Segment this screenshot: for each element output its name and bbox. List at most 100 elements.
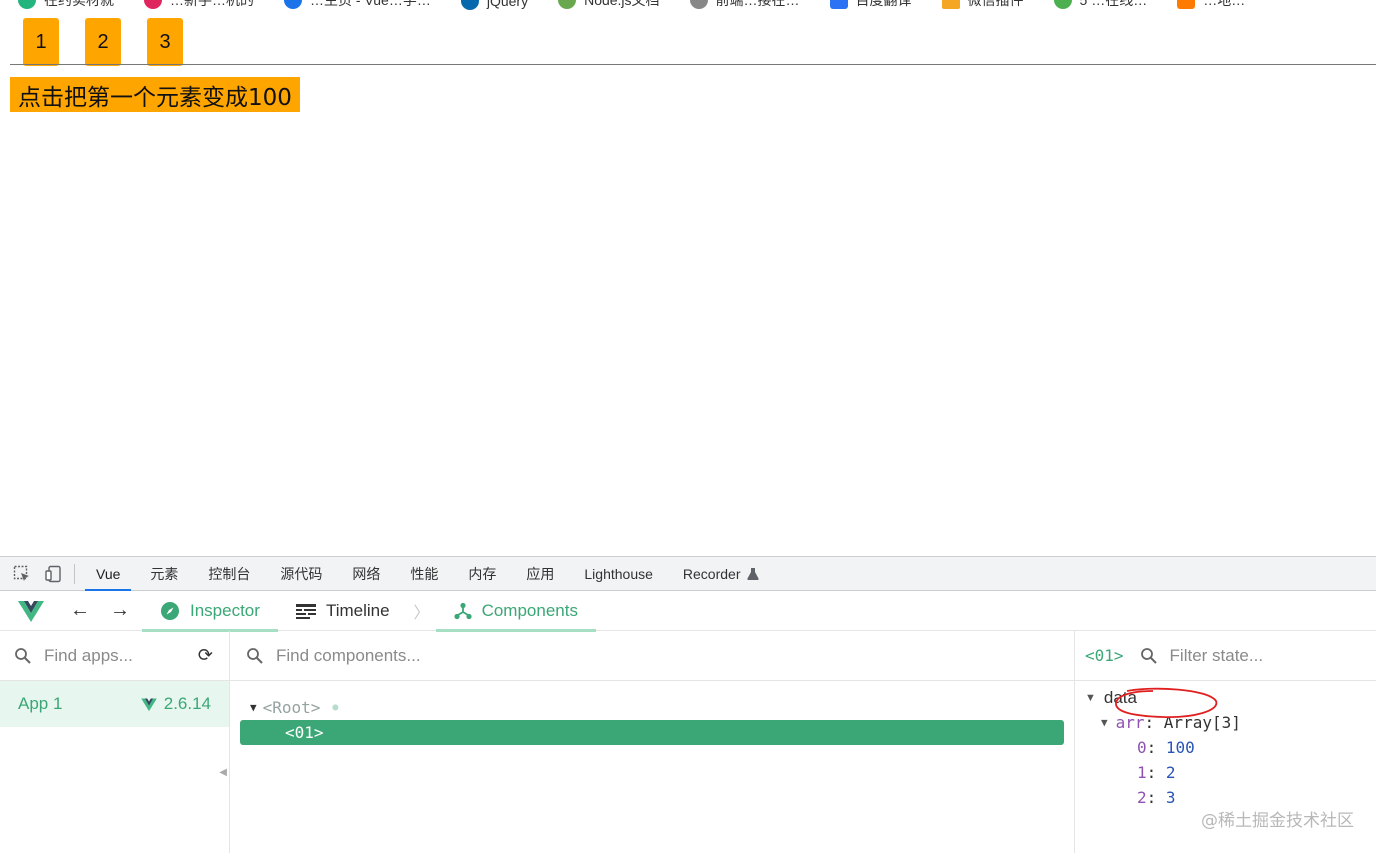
bookmark-label: 百度翻译 bbox=[855, 0, 912, 8]
search-icon bbox=[1140, 647, 1157, 664]
page-viewport: 1 2 3 点击把第一个元素变成100 bbox=[0, 18, 1376, 556]
apps-search-input[interactable] bbox=[44, 645, 184, 666]
component-tree: ▼ <Root> ● <01> bbox=[230, 681, 1074, 745]
bookmark-icon bbox=[558, 0, 577, 9]
bookmark-item[interactable]: …主页 - Vue…学… bbox=[284, 0, 431, 10]
tab-label: 内存 bbox=[468, 565, 497, 582]
state-header: <01> bbox=[1075, 631, 1376, 681]
number-box: 3 bbox=[147, 18, 183, 66]
tab-lighthouse[interactable]: Lighthouse bbox=[569, 557, 668, 591]
bookmark-icon bbox=[284, 0, 302, 9]
tab-components[interactable]: Components bbox=[435, 591, 597, 632]
tab-performance[interactable]: 性能 bbox=[395, 557, 453, 591]
bookmark-label: 微信插件 bbox=[967, 0, 1024, 8]
bookmark-icon bbox=[1053, 0, 1072, 9]
tree-node-root[interactable]: ▼ <Root> ● bbox=[230, 695, 1074, 720]
component-tree-pane: ▼ <Root> ● <01> bbox=[230, 631, 1075, 853]
red-annotation-circle bbox=[1115, 687, 1218, 718]
item-key: 2 bbox=[1137, 788, 1147, 807]
vue-logo-icon bbox=[140, 698, 157, 711]
bookmark-icon bbox=[829, 0, 848, 9]
item-key: 0 bbox=[1137, 738, 1147, 757]
expand-triangle-icon[interactable]: ▼ bbox=[1085, 692, 1096, 704]
state-item-row[interactable]: 1: 2 bbox=[1075, 760, 1376, 785]
tab-timeline[interactable]: Timeline bbox=[278, 591, 408, 631]
tab-network[interactable]: 网络 bbox=[337, 557, 395, 591]
components-tree-icon bbox=[453, 602, 472, 619]
tab-inspector[interactable]: Inspector bbox=[142, 591, 278, 632]
app-version-text: 2.6.14 bbox=[163, 694, 211, 713]
search-icon bbox=[247, 647, 263, 664]
bookmark-item[interactable]: …新手…机的 bbox=[144, 0, 254, 10]
bookmark-item[interactable]: Node.js文档 bbox=[558, 0, 660, 10]
refresh-icon[interactable]: ⟳ bbox=[198, 645, 213, 666]
vue-devtools-toolbar: ← → Inspector Timeline 〉 Components bbox=[0, 591, 1376, 632]
bookmark-item[interactable]: 在约实材就 bbox=[18, 0, 114, 10]
state-filter-input[interactable] bbox=[1169, 645, 1320, 666]
flask-icon bbox=[746, 568, 759, 580]
bookmark-label: …主页 - Vue…学… bbox=[310, 0, 431, 8]
components-search-input[interactable] bbox=[276, 645, 776, 666]
forward-arrow-icon[interactable]: → bbox=[110, 599, 130, 622]
search-icon bbox=[15, 647, 31, 664]
compass-icon bbox=[161, 601, 179, 620]
tab-memory[interactable]: 内存 bbox=[453, 557, 511, 591]
tab-application[interactable]: 应用 bbox=[511, 557, 569, 591]
toolbar-separator bbox=[74, 563, 75, 584]
back-arrow-icon[interactable]: ← bbox=[70, 599, 90, 622]
number-box: 1 bbox=[23, 18, 59, 66]
tab-elements[interactable]: 元素 bbox=[135, 557, 193, 591]
inspect-element-icon[interactable] bbox=[12, 564, 32, 584]
timeline-icon bbox=[295, 603, 316, 619]
bookmark-item[interactable]: 5 …在线… bbox=[1053, 0, 1147, 10]
bookmark-item[interactable]: jQuery bbox=[460, 0, 528, 10]
bookmark-item[interactable]: 百度翻译 bbox=[829, 0, 912, 10]
expand-triangle-icon[interactable]: ▼ bbox=[250, 701, 257, 714]
tree-node-selected[interactable]: <01> bbox=[240, 720, 1064, 745]
tab-label: Components bbox=[481, 600, 578, 620]
components-search-row bbox=[230, 631, 1074, 681]
divider bbox=[10, 64, 1376, 65]
bookmark-icon bbox=[18, 0, 36, 9]
tab-label: 网络 bbox=[352, 565, 381, 582]
bookmark-item[interactable]: …地… bbox=[1177, 0, 1245, 10]
tab-label: Timeline bbox=[325, 600, 390, 620]
tab-vue[interactable]: Vue bbox=[81, 557, 135, 591]
bookmark-item[interactable]: 前端…接在… bbox=[689, 0, 800, 10]
tab-label: 应用 bbox=[526, 565, 555, 582]
tab-recorder[interactable]: Recorder bbox=[668, 557, 774, 591]
tab-console[interactable]: 控制台 bbox=[193, 557, 265, 591]
device-toolbar-icon[interactable] bbox=[44, 564, 64, 584]
item-value[interactable]: 3 bbox=[1166, 788, 1176, 807]
bookmark-item[interactable]: 微信插件 bbox=[941, 0, 1024, 10]
state-item-row[interactable]: 0: 100 bbox=[1075, 735, 1376, 760]
bookmark-label: …地… bbox=[1203, 0, 1246, 8]
app-version: 2.6.14 bbox=[140, 694, 211, 714]
bookmark-icon bbox=[460, 0, 479, 10]
state-pane: <01> ▼ data ▼ arr: Array[3] 0: 100 1: 2 bbox=[1075, 631, 1376, 853]
app-list-item[interactable]: App 1 2.6.14 bbox=[0, 681, 229, 727]
tab-label: 源代码 bbox=[280, 565, 323, 582]
chevron-right-icon: 〉 bbox=[413, 604, 430, 622]
item-value[interactable]: 2 bbox=[1166, 763, 1176, 782]
bookmark-label: 前端…接在… bbox=[715, 0, 800, 8]
tab-label: 控制台 bbox=[208, 565, 251, 582]
colon: : bbox=[1146, 788, 1166, 807]
apps-search-row: ⟳ bbox=[0, 631, 229, 681]
bookmark-label: 在约实材就 bbox=[44, 0, 114, 8]
tab-label: 元素 bbox=[150, 565, 179, 582]
change-first-element-button[interactable]: 点击把第一个元素变成100 bbox=[10, 77, 300, 112]
watermark-text: @稀土掘金技术社区 bbox=[1201, 811, 1354, 831]
app-name: App 1 bbox=[18, 694, 63, 713]
bookmarks-bar: 在约实材就 …新手…机的 …主页 - Vue…学… jQuery Node.js… bbox=[0, 0, 1376, 18]
bookmark-icon bbox=[1177, 0, 1196, 9]
colon: : bbox=[1146, 763, 1166, 782]
tab-sources[interactable]: 源代码 bbox=[265, 557, 337, 591]
item-key: 1 bbox=[1137, 763, 1147, 782]
number-box: 2 bbox=[85, 18, 121, 66]
collapse-handle-icon[interactable]: ◀ bbox=[219, 767, 227, 778]
expand-triangle-icon[interactable]: ▼ bbox=[1101, 716, 1108, 729]
item-value[interactable]: 100 bbox=[1166, 738, 1195, 757]
bookmark-icon bbox=[941, 0, 960, 9]
tab-label: Lighthouse bbox=[584, 565, 653, 582]
